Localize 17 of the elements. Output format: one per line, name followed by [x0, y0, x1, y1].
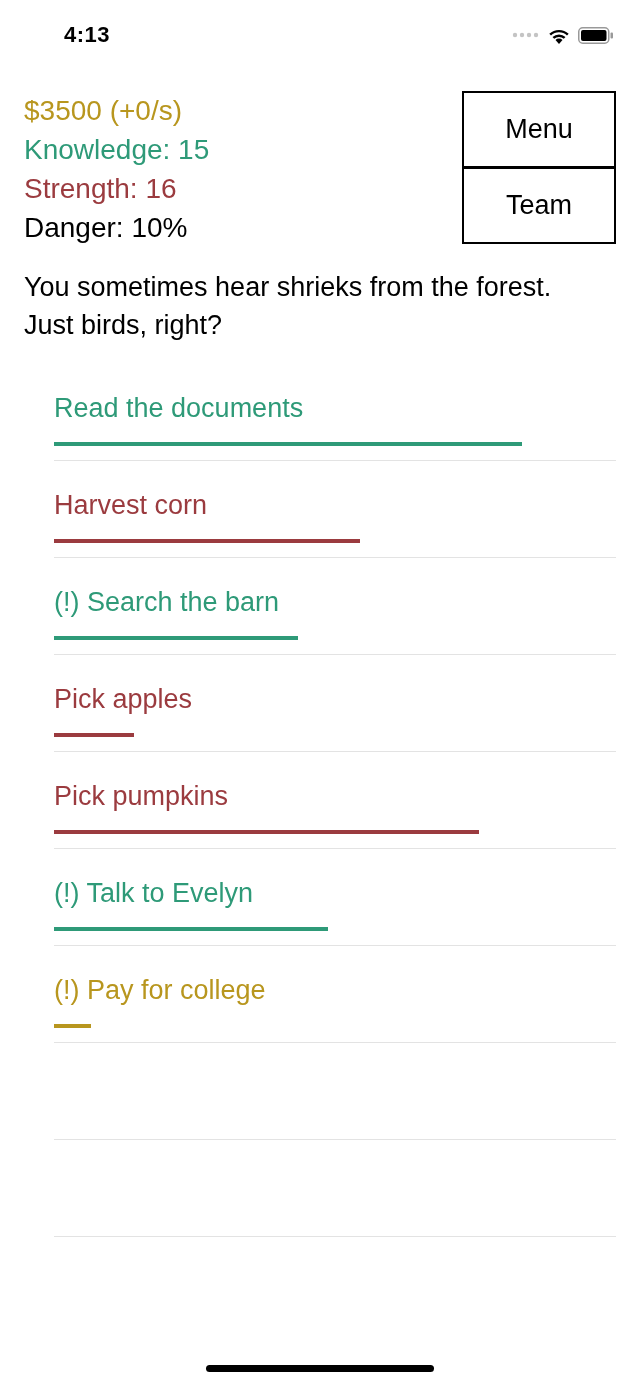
nav-button[interactable]: Menu [462, 91, 616, 168]
task-row[interactable]: Pick apples [54, 655, 616, 752]
status-time: 4:13 [64, 22, 111, 48]
task-row[interactable]: (!) Search the barn [54, 558, 616, 655]
home-indicator[interactable] [206, 1365, 434, 1372]
stat-text: Strength: 16 [24, 172, 178, 206]
stat-text: $3500 (+0/s) [24, 94, 183, 128]
task-row[interactable]: Pick pumpkins [54, 752, 616, 849]
message-text: You sometimes hear shrieks from the forest. Just birds, right? [24, 271, 553, 342]
task-row[interactable]: Harvest corn [54, 461, 616, 558]
stat-text: Knowledge: 15 [24, 133, 210, 167]
signal-icon [512, 31, 540, 39]
nav-button[interactable]: Team [462, 167, 616, 244]
stat-text: Danger: 10% [24, 211, 189, 245]
battery-icon [578, 26, 614, 44]
task-row[interactable]: Read the documents [54, 364, 616, 461]
task-row[interactable]: (!) Talk to Evelyn [54, 849, 616, 946]
